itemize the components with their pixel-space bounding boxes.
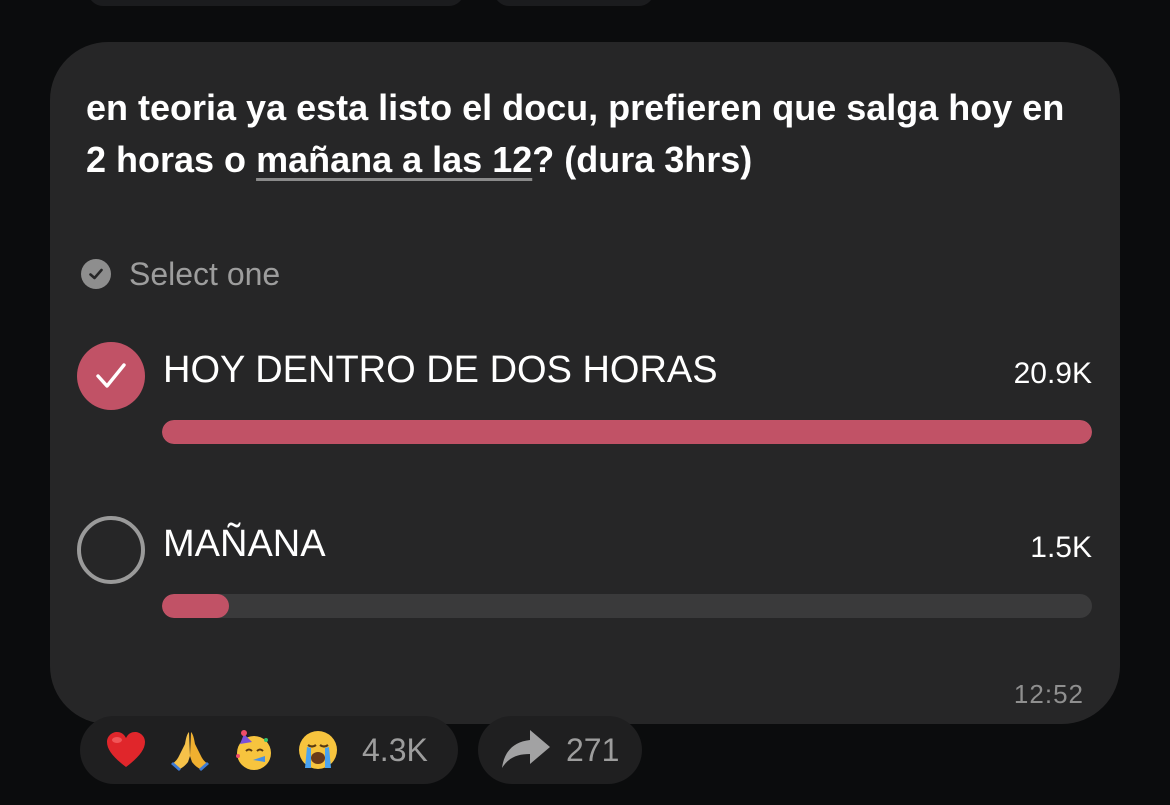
previous-reactions-pill — [88, 0, 464, 6]
check-circle-icon — [81, 259, 111, 289]
loudly-crying-face-emoji-icon[interactable] — [296, 728, 340, 772]
option-vote-count: 1.5K — [1030, 531, 1092, 564]
poll-type-label: Select one — [129, 255, 281, 292]
option-progress-fill — [162, 420, 1092, 444]
option-progress-bar — [162, 420, 1092, 444]
checkmark-icon[interactable] — [77, 342, 145, 410]
heart-emoji-icon[interactable] — [104, 728, 148, 772]
question-text-end: ? (dura 3hrs) — [532, 139, 753, 180]
reaction-count: 4.3K — [362, 731, 428, 768]
reactions-pill[interactable]: 4.3K — [80, 716, 458, 784]
poll-type: Select one — [81, 254, 280, 294]
partying-face-emoji-icon[interactable] — [232, 728, 276, 772]
question-date-link[interactable]: mañana a las 12 — [256, 139, 532, 180]
forward-arrow-icon[interactable] — [500, 726, 552, 775]
radio-empty-icon[interactable] — [77, 516, 145, 584]
folded-hands-emoji-icon[interactable] — [168, 728, 212, 772]
poll-option-manana[interactable]: MAÑANA 1.5K — [50, 508, 1120, 618]
option-label: HOY DENTRO DE DOS HORAS — [163, 349, 718, 391]
forward-pill[interactable]: 271 — [478, 716, 642, 784]
option-progress-fill — [162, 594, 229, 618]
message-time: 12:52 — [1013, 679, 1084, 709]
option-vote-count: 20.9K — [1013, 357, 1092, 390]
poll-question: en teoria ya esta listo el docu, prefier… — [86, 82, 1066, 186]
forward-count: 271 — [566, 731, 620, 768]
previous-forward-pill — [494, 0, 654, 6]
poll-message-bubble: en teoria ya esta listo el docu, prefier… — [50, 42, 1120, 724]
option-progress-bar — [162, 594, 1092, 618]
option-label: MAÑANA — [163, 523, 326, 565]
poll-option-hoy[interactable]: HOY DENTRO DE DOS HORAS 20.9K — [50, 334, 1120, 444]
